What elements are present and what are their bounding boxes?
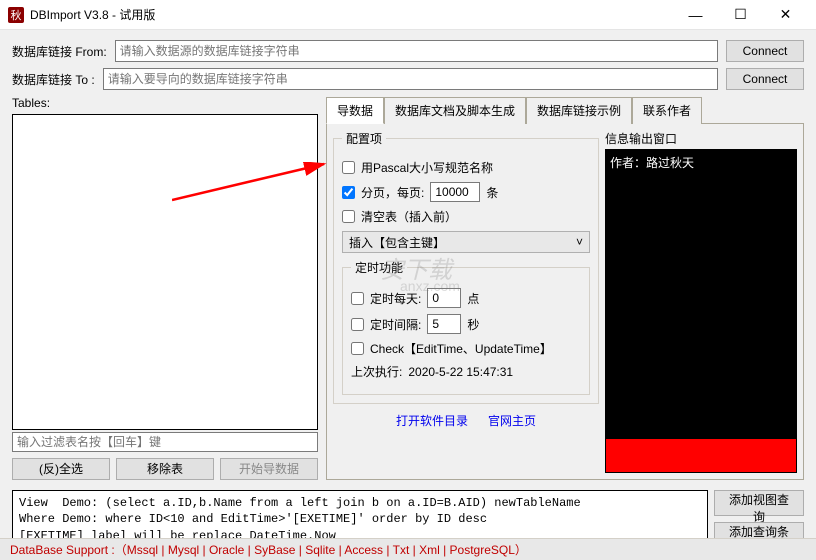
clear-table-label: 清空表（插入前） <box>361 208 457 225</box>
status-text: DataBase Support :（Mssql | Mysql | Oracl… <box>10 541 527 558</box>
tab-import-data[interactable]: 导数据 <box>326 97 384 124</box>
window-title: DBImport V3.8 - 试用版 <box>30 6 673 23</box>
open-dir-link[interactable]: 打开软件目录 <box>396 412 468 429</box>
last-exec-label: 上次执行: <box>351 363 402 380</box>
maximize-button[interactable]: ☐ <box>718 0 763 30</box>
daily-suffix: 点 <box>467 290 479 307</box>
insert-mode-dropdown[interactable]: 插入【包含主键】 ˅ <box>342 231 590 253</box>
last-exec-value: 2020-5-22 15:47:31 <box>408 365 513 379</box>
tab-bar: 导数据 数据库文档及脚本生成 数据库链接示例 联系作者 <box>326 96 804 124</box>
timer-group-title: 定时功能 <box>351 259 407 276</box>
from-label: 数据库链接 From: <box>12 43 107 60</box>
connect-to-button[interactable]: Connect <box>726 68 804 90</box>
status-bar: DataBase Support :（Mssql | Mysql | Oracl… <box>0 538 816 560</box>
interval-checkbox[interactable] <box>351 318 364 331</box>
add-view-query-button[interactable]: 添加视图查询 <box>714 490 804 516</box>
timer-group: 定时功能 定时每天: 点 定时间隔: 秒 <box>342 259 590 395</box>
interval-value-input[interactable] <box>427 314 461 334</box>
paging-label: 分页，每页: <box>361 184 424 201</box>
daily-label: 定时每天: <box>370 290 421 307</box>
chevron-down-icon: ˅ <box>576 235 583 249</box>
app-icon: 秋 <box>8 7 24 23</box>
remove-table-button[interactable]: 移除表 <box>116 458 214 480</box>
minimize-button[interactable]: — <box>673 0 718 30</box>
to-connection-input[interactable] <box>103 68 718 90</box>
config-group-title: 配置项 <box>342 130 386 147</box>
check-edittime-checkbox[interactable] <box>351 342 364 355</box>
select-all-button[interactable]: (反)全选 <box>12 458 110 480</box>
interval-suffix: 秒 <box>467 316 479 333</box>
tables-listbox[interactable] <box>12 114 318 430</box>
tab-conn-example[interactable]: 数据库链接示例 <box>526 97 632 124</box>
demo-line1: View Demo: (select a.ID,b.Name from a le… <box>19 496 581 510</box>
check-edittime-label: Check【EditTime、UpdateTime】 <box>370 340 552 357</box>
insert-mode-selected: 插入【包含主键】 <box>349 234 445 251</box>
close-button[interactable]: ✕ <box>763 0 808 30</box>
daily-value-input[interactable] <box>427 288 461 308</box>
daily-checkbox[interactable] <box>351 292 364 305</box>
demo-line2: Where Demo: where ID<10 and EditTime>'[E… <box>19 512 487 526</box>
tab-doc-script[interactable]: 数据库文档及脚本生成 <box>384 97 526 124</box>
filter-table-input[interactable] <box>12 432 318 452</box>
to-label: 数据库链接 To : <box>12 71 95 88</box>
paging-checkbox[interactable] <box>342 186 355 199</box>
progress-bar <box>605 439 797 473</box>
tables-label: Tables: <box>12 96 318 110</box>
start-import-button[interactable]: 开始导数据 <box>220 458 318 480</box>
paging-suffix: 条 <box>486 184 498 201</box>
tab-contact-author[interactable]: 联系作者 <box>632 97 702 124</box>
info-output-label: 信息输出窗口 <box>605 130 797 147</box>
paging-value-input[interactable] <box>430 182 480 202</box>
clear-table-checkbox[interactable] <box>342 210 355 223</box>
interval-label: 定时间隔: <box>370 316 421 333</box>
connect-from-button[interactable]: Connect <box>726 40 804 62</box>
titlebar: 秋 DBImport V3.8 - 试用版 — ☐ ✕ <box>0 0 816 30</box>
from-connection-input[interactable] <box>115 40 718 62</box>
config-group: 配置项 用Pascal大小写规范名称 分页，每页: 条 <box>333 130 599 404</box>
info-output-box[interactable]: 作者：路过秋天 <box>605 149 797 440</box>
pascal-label: 用Pascal大小写规范名称 <box>361 159 493 176</box>
pascal-checkbox[interactable] <box>342 161 355 174</box>
info-author-text: 作者：路过秋天 <box>610 154 792 171</box>
website-link[interactable]: 官网主页 <box>488 412 536 429</box>
